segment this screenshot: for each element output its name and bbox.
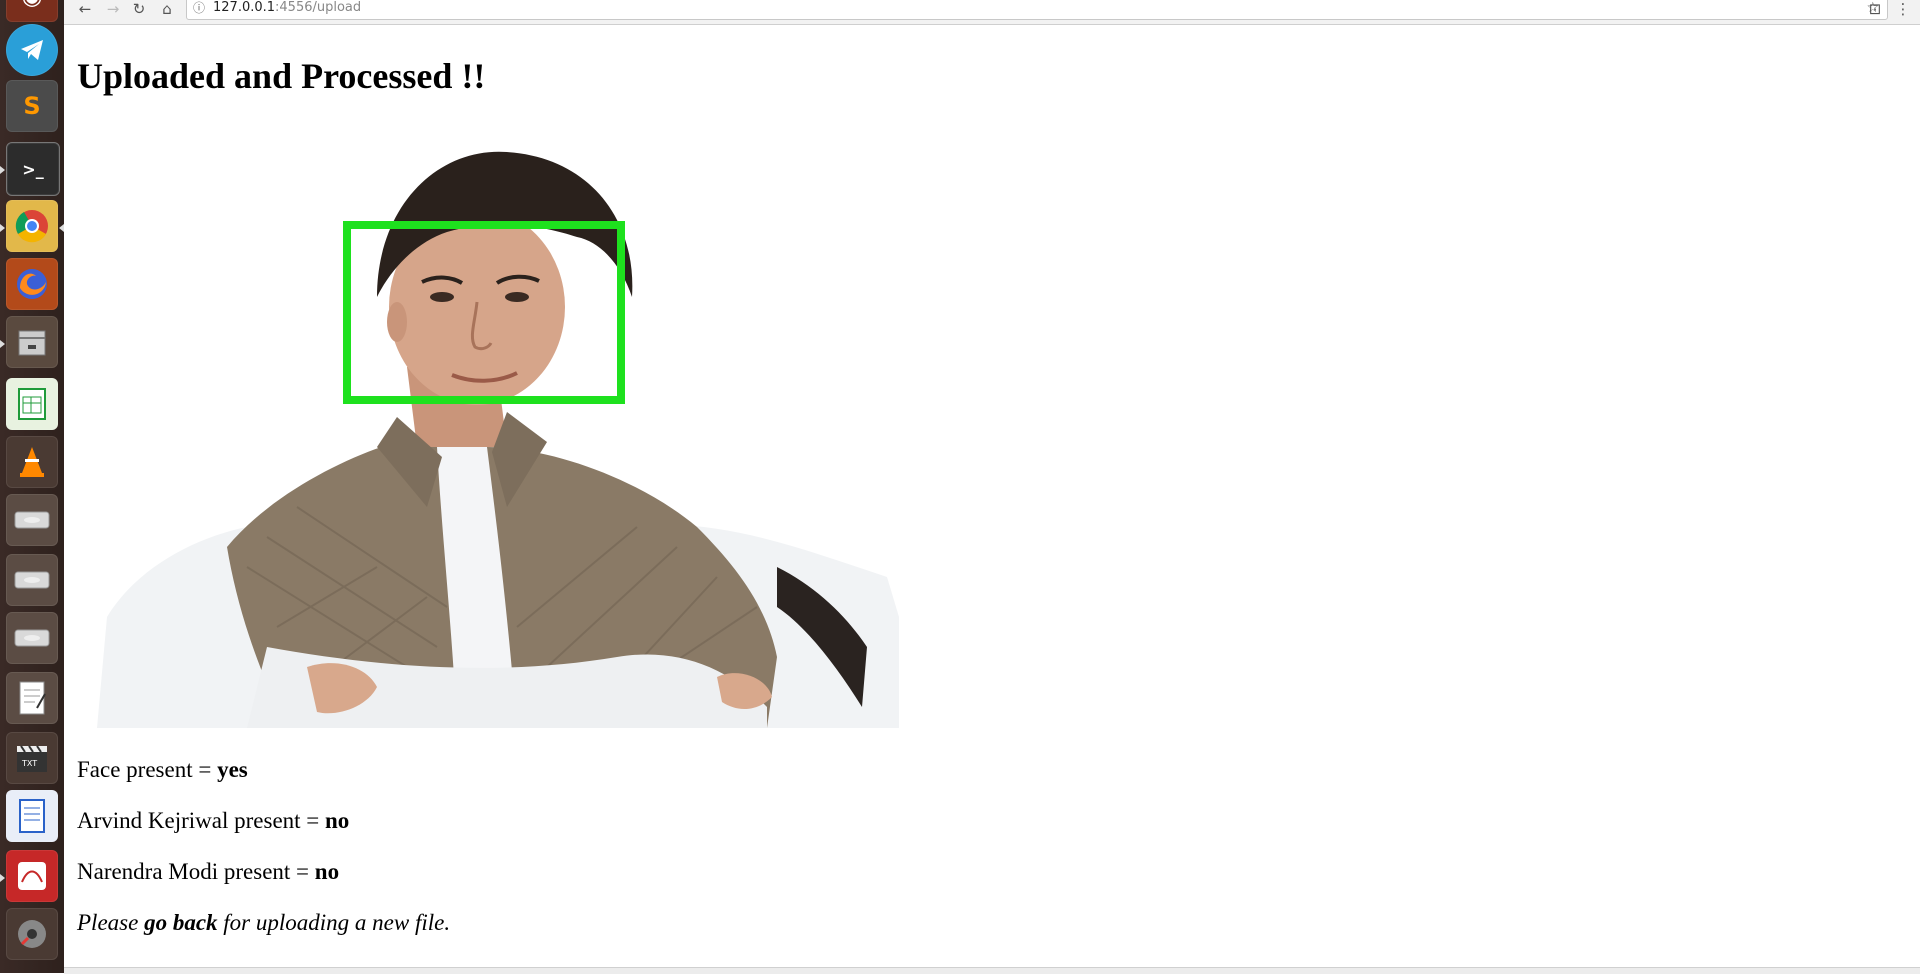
launcher-pip xyxy=(0,166,5,174)
clapperboard-icon[interactable]: TXT xyxy=(6,732,58,784)
vlc-cone-icon[interactable] xyxy=(6,436,58,488)
kebab-menu-icon[interactable]: ⋮ xyxy=(1892,0,1914,18)
kejriwal-present-label: Arvind Kejriwal present = xyxy=(77,808,326,833)
launcher-pip xyxy=(0,340,5,348)
note-prefix: Please xyxy=(77,910,145,935)
info-icon[interactable]: ⓘ xyxy=(193,0,205,19)
face-detection-photo xyxy=(97,151,899,728)
kejriwal-present-value: no xyxy=(325,808,350,833)
page-title: Uploaded and Processed !! xyxy=(77,56,486,96)
pdf-icon[interactable] xyxy=(6,850,58,902)
sublime-text-icon[interactable]: S xyxy=(6,80,58,132)
firefox-icon[interactable] xyxy=(6,258,58,310)
face-present-label: Face present = xyxy=(77,757,218,782)
photo-eye xyxy=(505,292,529,302)
modi-present-line: Narendra Modi present = no xyxy=(77,859,339,885)
document-icon[interactable] xyxy=(6,790,58,842)
go-back-note: Please go back for uploading a new file. xyxy=(77,910,450,936)
address-bar[interactable]: ⓘ 127.0.0.1:4556/upload ☆ xyxy=(186,0,1888,20)
url-path: :4556/upload xyxy=(275,0,362,15)
launcher: ◉ S >_ TXT xyxy=(0,0,64,973)
terminal-icon[interactable]: >_ xyxy=(6,142,60,196)
face-present-line: Face present = yes xyxy=(77,757,248,783)
modi-present-value: no xyxy=(314,859,340,884)
drive-icon[interactable] xyxy=(6,554,58,606)
url-text: 127.0.0.1:4556/upload xyxy=(213,0,361,19)
url-host: 127.0.0.1 xyxy=(213,0,276,15)
spreadsheet-icon[interactable] xyxy=(6,378,58,430)
reload-icon[interactable]: ↻ xyxy=(128,0,150,18)
text-editor-icon[interactable] xyxy=(6,672,58,724)
back-arrow-icon[interactable]: ← xyxy=(74,0,96,18)
go-back-link[interactable]: go back xyxy=(144,910,217,935)
note-suffix: for uploading a new file. xyxy=(217,910,451,935)
modi-present-label: Narendra Modi present = xyxy=(77,859,315,884)
kejriwal-present-line: Arvind Kejriwal present = no xyxy=(77,808,349,834)
processed-photo xyxy=(77,147,899,728)
launcher-pip xyxy=(0,224,5,232)
launcher-pip xyxy=(0,874,5,882)
drive-icon[interactable] xyxy=(6,612,58,664)
svg-text:TXT: TXT xyxy=(21,759,37,768)
drive-icon[interactable] xyxy=(6,494,58,546)
forward-arrow-icon[interactable]: → xyxy=(102,0,124,18)
face-present-value: yes xyxy=(217,757,248,782)
launcher-active-pip xyxy=(59,224,64,232)
telegram-icon[interactable] xyxy=(6,24,58,76)
photo-eye xyxy=(430,292,454,302)
chrome-icon[interactable] xyxy=(6,200,58,252)
photo-ear xyxy=(387,302,407,342)
file-cabinet-icon[interactable] xyxy=(6,316,58,368)
extension-icon[interactable]: ⊡ xyxy=(1864,0,1886,18)
app-icon[interactable]: ◉ xyxy=(6,0,58,22)
home-icon[interactable]: ⌂ xyxy=(156,0,178,18)
media-icon[interactable] xyxy=(6,908,58,960)
browser-toolbar: ← → ↻ ⌂ ⓘ 127.0.0.1:4556/upload ☆ ⊡ ⋮ xyxy=(64,0,1920,25)
